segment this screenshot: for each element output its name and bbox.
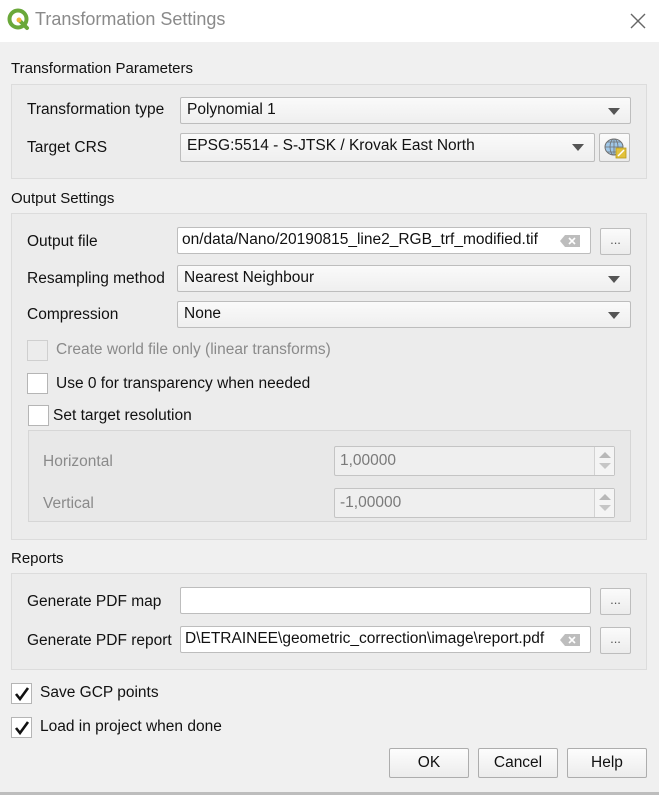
compression-label: Compression <box>27 306 119 323</box>
pdf-report-value: D\ETRAINEE\geometric_correction\image\re… <box>185 630 545 647</box>
pdf-map-browse-button[interactable]: ... <box>600 588 631 615</box>
vertical-value: -1,00000 <box>340 494 402 511</box>
target-crs-value: EPSG:5514 - S-JTSK / Krovak East North <box>187 137 475 154</box>
vertical-label: Vertical <box>43 495 94 512</box>
output-settings-title: Output Settings <box>11 190 115 207</box>
ok-button[interactable]: OK <box>389 748 469 778</box>
pdf-map-label: Generate PDF map <box>27 593 162 610</box>
output-file-input[interactable]: on/data/Nano/20190815_line2_RGB_trf_modi… <box>177 227 591 254</box>
resampling-method-combo[interactable]: Nearest Neighbour <box>177 265 631 292</box>
chevron-down-icon <box>608 108 620 115</box>
use-zero-transparency-checkbox[interactable] <box>27 373 48 394</box>
chevron-down-icon <box>608 276 620 283</box>
pdf-map-input[interactable] <box>180 587 591 614</box>
transformation-type-combo[interactable]: Polynomial 1 <box>180 97 631 124</box>
window-title: Transformation Settings <box>35 9 226 29</box>
help-button[interactable]: Help <box>567 748 647 778</box>
qgis-logo-icon <box>7 8 29 30</box>
pdf-report-browse-button[interactable]: ... <box>600 627 631 654</box>
close-icon[interactable] <box>627 10 649 32</box>
resampling-method-value: Nearest Neighbour <box>184 269 315 286</box>
horizontal-value: 1,00000 <box>340 452 397 469</box>
clear-icon[interactable] <box>560 235 580 247</box>
checkmark-icon <box>14 721 30 736</box>
arrow-down-icon <box>599 505 611 511</box>
reports-title: Reports <box>11 550 64 567</box>
save-gcp-points-checkbox[interactable] <box>11 683 32 704</box>
arrow-down-icon <box>599 463 611 469</box>
crs-globe-icon <box>604 138 626 159</box>
target-crs-label: Target CRS <box>27 139 108 156</box>
compression-combo[interactable]: None <box>177 301 631 328</box>
arrow-up-icon <box>599 494 611 500</box>
horizontal-label: Horizontal <box>43 453 113 470</box>
title-bar: Transformation Settings <box>0 0 659 42</box>
select-crs-button[interactable] <box>599 133 630 162</box>
save-gcp-points-label: Save GCP points <box>40 684 159 701</box>
output-file-browse-button[interactable]: ... <box>600 228 631 255</box>
output-file-label: Output file <box>27 233 98 250</box>
compression-value: None <box>184 305 222 322</box>
arrow-up-icon <box>599 452 611 458</box>
use-zero-transparency-label: Use 0 for transparency when needed <box>56 375 311 392</box>
cancel-button[interactable]: Cancel <box>478 748 558 778</box>
vertical-spinbox[interactable]: -1,00000 <box>334 488 615 518</box>
chevron-down-icon <box>608 312 620 319</box>
chevron-down-icon <box>572 144 584 151</box>
set-target-resolution-label: Set target resolution <box>53 407 192 424</box>
resampling-method-label: Resampling method <box>27 270 165 287</box>
target-crs-combo[interactable]: EPSG:5514 - S-JTSK / Krovak East North <box>180 133 595 162</box>
pdf-report-input[interactable]: D\ETRAINEE\geometric_correction\image\re… <box>180 626 591 653</box>
load-in-project-checkbox[interactable] <box>11 717 32 738</box>
vertical-spin-buttons[interactable] <box>594 489 614 517</box>
pdf-report-label: Generate PDF report <box>27 632 172 649</box>
load-in-project-label: Load in project when done <box>40 718 222 735</box>
create-world-file-label: Create world file only (linear transform… <box>56 341 331 358</box>
horizontal-spinbox[interactable]: 1,00000 <box>334 446 615 476</box>
transformation-type-value: Polynomial 1 <box>187 101 276 118</box>
transformation-type-label: Transformation type <box>27 101 165 118</box>
output-file-value: on/data/Nano/20190815_line2_RGB_trf_modi… <box>182 231 538 248</box>
transformation-parameters-title: Transformation Parameters <box>11 60 194 77</box>
clear-icon[interactable] <box>560 634 580 646</box>
set-target-resolution-checkbox[interactable] <box>28 405 49 426</box>
checkmark-icon <box>14 687 30 702</box>
horizontal-spin-buttons[interactable] <box>594 447 614 475</box>
create-world-file-checkbox[interactable] <box>27 340 48 361</box>
